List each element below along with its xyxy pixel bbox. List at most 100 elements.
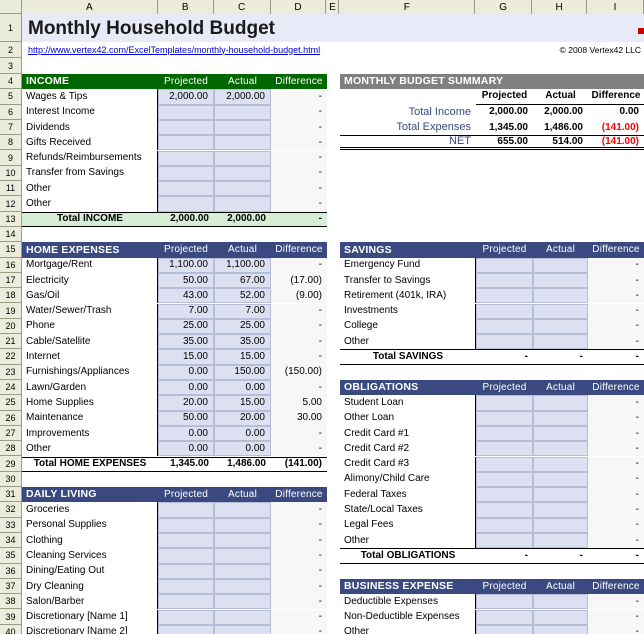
actual-input[interactable] xyxy=(533,395,588,411)
projected-input[interactable]: 15.00 xyxy=(158,349,214,365)
actual-input[interactable]: 35.00 xyxy=(214,334,271,350)
row-header-36[interactable]: 36 xyxy=(0,563,21,579)
actual-input[interactable] xyxy=(214,609,271,625)
projected-input[interactable]: 1,100.00 xyxy=(158,257,214,273)
actual-input[interactable]: 0.00 xyxy=(214,441,271,457)
projected-input[interactable]: 7.00 xyxy=(158,303,214,319)
select-all-corner[interactable] xyxy=(0,0,22,13)
actual-input[interactable] xyxy=(214,104,271,120)
projected-input[interactable] xyxy=(158,548,214,564)
row-header-27[interactable]: 27 xyxy=(0,425,21,442)
projected-input[interactable] xyxy=(476,441,533,457)
actual-input[interactable]: 67.00 xyxy=(214,272,271,289)
row-header-40[interactable]: 40 xyxy=(0,624,21,634)
actual-input[interactable] xyxy=(214,563,271,579)
row-header-1[interactable]: 1 xyxy=(0,14,21,42)
projected-input[interactable] xyxy=(476,303,533,319)
actual-input[interactable] xyxy=(214,578,271,595)
row-header-12[interactable]: 12 xyxy=(0,196,21,212)
projected-input[interactable] xyxy=(476,456,533,472)
actual-input[interactable] xyxy=(533,303,588,319)
projected-input[interactable]: 0.00 xyxy=(158,425,214,442)
actual-input[interactable] xyxy=(533,533,588,549)
actual-input[interactable] xyxy=(533,609,588,625)
row-header-15[interactable]: 15 xyxy=(0,242,21,258)
projected-input[interactable] xyxy=(476,624,533,634)
projected-input[interactable] xyxy=(476,609,533,625)
projected-input[interactable] xyxy=(158,165,214,182)
column-header-G[interactable]: G xyxy=(475,0,533,14)
row-header-17[interactable]: 17 xyxy=(0,272,21,289)
actual-input[interactable] xyxy=(533,517,588,533)
projected-input[interactable] xyxy=(476,517,533,533)
actual-input[interactable] xyxy=(533,487,588,503)
projected-input[interactable] xyxy=(476,471,533,488)
projected-input[interactable] xyxy=(476,334,533,350)
projected-input[interactable] xyxy=(158,594,214,610)
row-header-22[interactable]: 22 xyxy=(0,349,21,365)
actual-input[interactable] xyxy=(214,119,271,136)
column-header-C[interactable]: C xyxy=(213,0,271,14)
actual-input[interactable] xyxy=(533,334,588,350)
projected-input[interactable] xyxy=(158,533,214,549)
actual-input[interactable] xyxy=(214,150,271,166)
template-link[interactable]: http://www.vertex42.com/ExcelTemplates/m… xyxy=(22,42,322,58)
projected-input[interactable] xyxy=(476,318,533,335)
row-header-2[interactable]: 2 xyxy=(0,42,21,58)
row-header-10[interactable]: 10 xyxy=(0,165,21,182)
actual-input[interactable] xyxy=(214,548,271,564)
column-header-I[interactable]: I xyxy=(587,0,644,14)
projected-input[interactable]: 0.00 xyxy=(158,364,214,380)
projected-input[interactable] xyxy=(476,425,533,442)
actual-input[interactable] xyxy=(214,196,271,212)
projected-input[interactable] xyxy=(476,257,533,273)
row-header-5[interactable]: 5 xyxy=(0,89,21,105)
projected-input[interactable]: 25.00 xyxy=(158,318,214,335)
actual-input[interactable] xyxy=(214,165,271,182)
projected-input[interactable] xyxy=(158,150,214,166)
actual-input[interactable] xyxy=(214,624,271,634)
row-header-25[interactable]: 25 xyxy=(0,395,21,411)
row-header-8[interactable]: 8 xyxy=(0,135,21,151)
row-header-28[interactable]: 28 xyxy=(0,441,21,457)
projected-input[interactable]: 50.00 xyxy=(158,272,214,289)
actual-input[interactable] xyxy=(533,624,588,634)
projected-input[interactable] xyxy=(476,487,533,503)
projected-input[interactable] xyxy=(476,533,533,549)
actual-input[interactable] xyxy=(533,318,588,335)
row-header-37[interactable]: 37 xyxy=(0,578,21,595)
column-header-F[interactable]: F xyxy=(339,0,476,14)
actual-input[interactable] xyxy=(533,257,588,273)
row-header-29[interactable]: 29 xyxy=(0,456,21,472)
projected-input[interactable] xyxy=(476,594,533,610)
projected-input[interactable]: 35.00 xyxy=(158,334,214,350)
actual-input[interactable] xyxy=(214,181,271,197)
actual-input[interactable] xyxy=(214,594,271,610)
row-header-35[interactable]: 35 xyxy=(0,548,21,564)
row-header-3[interactable]: 3 xyxy=(0,58,21,74)
actual-input[interactable]: 52.00 xyxy=(214,288,271,304)
row-header-7[interactable]: 7 xyxy=(0,119,21,136)
row-header-30[interactable]: 30 xyxy=(0,471,21,488)
actual-input[interactable] xyxy=(533,410,588,426)
actual-input[interactable] xyxy=(533,288,588,304)
actual-input[interactable]: 15.00 xyxy=(214,395,271,411)
projected-input[interactable]: 0.00 xyxy=(158,441,214,457)
row-header-14[interactable]: 14 xyxy=(0,226,21,243)
projected-input[interactable] xyxy=(158,181,214,197)
projected-input[interactable] xyxy=(158,517,214,533)
actual-input[interactable]: 2,000.00 xyxy=(214,89,271,105)
actual-input[interactable]: 20.00 xyxy=(214,410,271,426)
projected-input[interactable]: 43.00 xyxy=(158,288,214,304)
projected-input[interactable] xyxy=(158,119,214,136)
projected-input[interactable] xyxy=(158,135,214,151)
row-header-19[interactable]: 19 xyxy=(0,303,21,319)
actual-input[interactable]: 0.00 xyxy=(214,425,271,442)
row-header-13[interactable]: 13 xyxy=(0,211,21,227)
projected-input[interactable]: 20.00 xyxy=(158,395,214,411)
column-header-B[interactable]: B xyxy=(157,0,214,14)
projected-input[interactable] xyxy=(158,502,214,518)
actual-input[interactable] xyxy=(533,594,588,610)
row-header-39[interactable]: 39 xyxy=(0,609,21,625)
column-header-H[interactable]: H xyxy=(532,0,588,14)
